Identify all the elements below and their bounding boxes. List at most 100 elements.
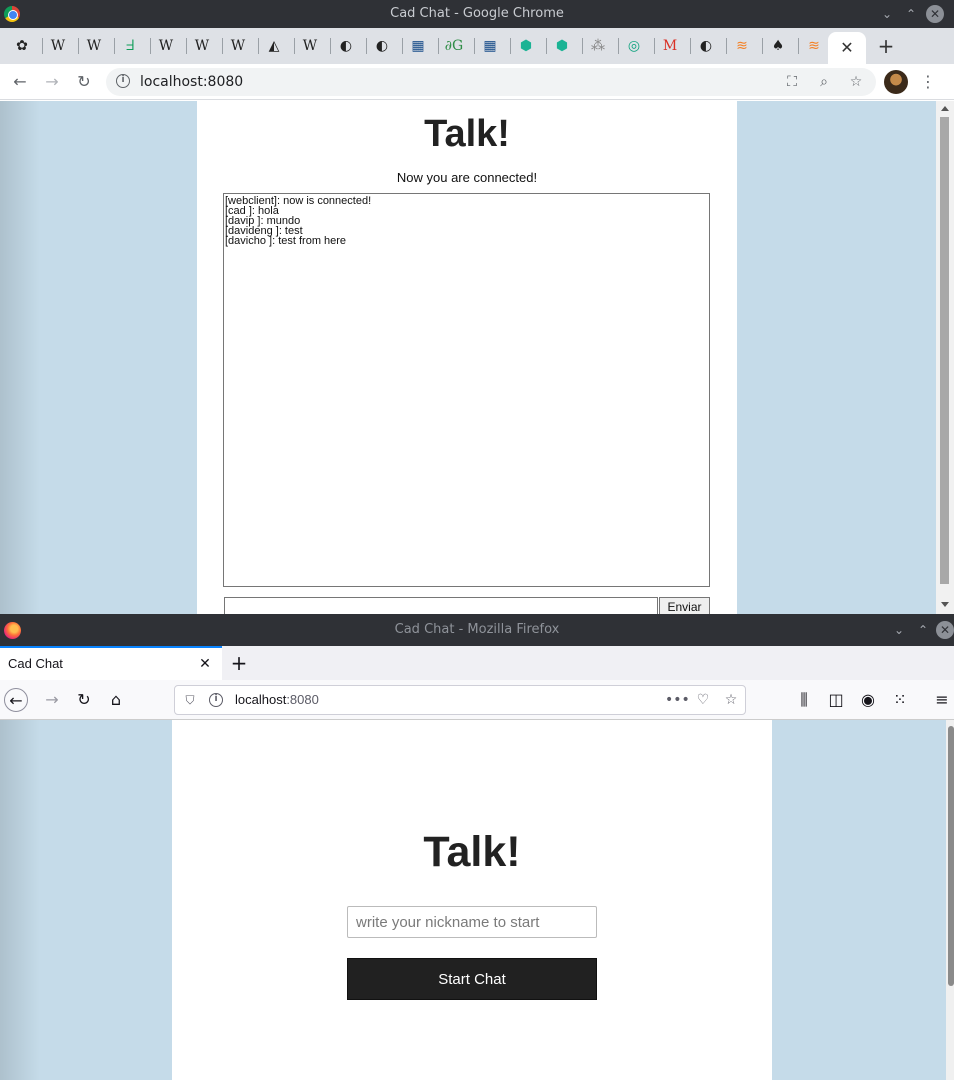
sidebar-icon[interactable]: ◫	[824, 688, 848, 712]
firefox-navbar: ← → ↻ ⌂ ⛉ i localhost:8080 ••• ♡ ☆ ⫼ ◫ ◉…	[0, 680, 954, 720]
back-arrow-icon[interactable]: ←	[8, 70, 32, 94]
cursor-icon[interactable]: ◭	[264, 36, 284, 56]
wikipedia-icon[interactable]: W	[156, 36, 176, 56]
send-button[interactable]: Enviar	[659, 597, 710, 614]
openai-icon[interactable]: ◎	[624, 36, 644, 56]
tab-separator	[654, 38, 655, 54]
tab-separator	[78, 38, 79, 54]
translate-icon[interactable]: ⛶	[782, 72, 802, 92]
tab-separator	[258, 38, 259, 54]
grid-icon[interactable]: ▦	[408, 36, 428, 56]
library-icon[interactable]: ⫼	[792, 688, 816, 712]
scrollbar-thumb[interactable]	[940, 117, 949, 584]
geeks-icon[interactable]: ∂G	[444, 36, 464, 56]
tab-cad-chat-active[interactable]: ✕	[828, 32, 866, 64]
tab-close-icon[interactable]: ✕	[828, 32, 866, 64]
message-input[interactable]	[224, 597, 658, 614]
chrome-tabstrip: ✿ W W ᖵ W W W ◭ W ◐ ◐ ▦ ∂G ▦ ⬢ ⬢ ⁂ ◎ M ◐ ≋ ♠ ≋ ✕ +	[0, 28, 954, 64]
puzzle-icon[interactable]: ✿	[12, 36, 32, 56]
maximize-button[interactable]: ⌃	[902, 5, 920, 23]
globe-icon[interactable]: ◐	[372, 36, 392, 56]
account-icon[interactable]: ◉	[856, 688, 880, 712]
tab-separator	[582, 38, 583, 54]
spade-icon[interactable]: ♠	[768, 36, 788, 56]
project-icon[interactable]: ᖵ	[120, 36, 140, 56]
cube-icon[interactable]: ⬢	[516, 36, 536, 56]
scroll-up-arrow-icon[interactable]	[941, 106, 949, 111]
tab-label: Cad Chat	[8, 656, 63, 671]
chrome-window-title: Cad Chat - Google Chrome	[390, 6, 564, 21]
wikipedia-icon[interactable]: W	[228, 36, 248, 56]
tab-separator	[510, 38, 511, 54]
chrome-window: Cad Chat - Google Chrome ⌄ ⌃ ✕ ✿ W W ᖵ W W W ◭ W…	[0, 0, 954, 614]
address-bar[interactable]: ⛉ i localhost:8080 ••• ♡ ☆	[174, 685, 746, 715]
tab-separator	[186, 38, 187, 54]
tab-separator	[474, 38, 475, 54]
minimize-button[interactable]: ⌄	[878, 5, 896, 23]
forward-arrow-icon[interactable]: →	[40, 688, 64, 712]
globe-icon[interactable]: ◐	[336, 36, 356, 56]
chat-message: [davicho ]: test from here	[225, 235, 347, 247]
reload-icon[interactable]: ↻	[72, 688, 96, 712]
wikipedia-icon[interactable]: W	[48, 36, 68, 56]
address-bar-url[interactable]: localhost:8080	[140, 68, 243, 96]
home-icon[interactable]: ⌂	[104, 688, 128, 712]
chat-log[interactable]: [webclient]: now is connected! [cad ]: h…	[223, 193, 710, 587]
close-window-button[interactable]: ✕	[926, 5, 944, 23]
address-bar[interactable]: i localhost:8080 ⛶ ⌕ ☆	[106, 68, 876, 96]
tab-separator	[222, 38, 223, 54]
close-window-button[interactable]: ✕	[936, 621, 954, 639]
url-host: localhost	[235, 692, 287, 707]
maximize-button[interactable]: ⌃	[914, 621, 932, 639]
forward-arrow-icon[interactable]: →	[40, 70, 64, 94]
gmail-icon[interactable]: M	[660, 36, 680, 56]
page-actions-icon[interactable]: •••	[665, 690, 690, 710]
chrome-scrollbar[interactable]	[936, 101, 954, 614]
connection-status: Now you are connected!	[396, 170, 538, 185]
chrome-toolbar: ← → ↻ i localhost:8080 ⛶ ⌕ ☆ ⋮	[0, 64, 954, 100]
menu-kebab-icon[interactable]: ⋮	[916, 70, 940, 94]
bookmark-star-icon[interactable]: ☆	[721, 690, 741, 710]
site-info-icon[interactable]: i	[209, 693, 223, 707]
tab-separator	[726, 38, 727, 54]
back-arrow-icon[interactable]: ←	[4, 688, 28, 712]
nickname-input[interactable]	[347, 906, 597, 938]
site-info-icon[interactable]: i	[116, 74, 130, 88]
new-tab-button[interactable]: +	[874, 34, 898, 58]
tab-separator	[366, 38, 367, 54]
wikipedia-icon[interactable]: W	[192, 36, 212, 56]
extensions-icon[interactable]: ⁙	[888, 688, 912, 712]
zoom-icon[interactable]: ⌕	[814, 72, 834, 92]
dots-icon[interactable]: ⁂	[588, 36, 608, 56]
globe-icon[interactable]: ◐	[696, 36, 716, 56]
tab-close-icon[interactable]: ✕	[196, 655, 214, 673]
wikipedia-icon[interactable]: W	[84, 36, 104, 56]
reload-icon[interactable]: ↻	[72, 70, 96, 94]
tab-separator	[546, 38, 547, 54]
hamburger-menu-icon[interactable]: ≡	[930, 688, 954, 712]
minimize-button[interactable]: ⌄	[890, 621, 908, 639]
profile-avatar[interactable]	[884, 70, 908, 94]
start-chat-button[interactable]: Start Chat	[347, 958, 597, 1000]
stackoverflow-icon[interactable]: ≋	[732, 36, 752, 56]
tab-separator	[618, 38, 619, 54]
url-port: :8080	[286, 692, 319, 707]
tab-cad-chat[interactable]: Cad Chat ✕	[0, 646, 222, 680]
pocket-icon[interactable]: ♡	[693, 690, 713, 710]
wikipedia-icon[interactable]: W	[300, 36, 320, 56]
tab-separator	[762, 38, 763, 54]
stackoverflow-icon[interactable]: ≋	[804, 36, 824, 56]
scroll-down-arrow-icon[interactable]	[941, 602, 949, 607]
tab-separator	[690, 38, 691, 54]
tab-separator	[294, 38, 295, 54]
address-bar-url[interactable]: localhost:8080	[235, 686, 319, 714]
grid-icon[interactable]: ▦	[480, 36, 500, 56]
bookmark-star-icon[interactable]: ☆	[846, 72, 866, 92]
page-title: Talk!	[424, 113, 510, 155]
firefox-window-title: Cad Chat - Mozilla Firefox	[394, 622, 560, 637]
firefox-scrollbar[interactable]	[946, 720, 954, 1080]
new-tab-button[interactable]: +	[228, 650, 250, 676]
cube-icon[interactable]: ⬢	[552, 36, 572, 56]
scrollbar-thumb[interactable]	[948, 726, 954, 986]
tracking-shield-icon[interactable]: ⛉	[183, 693, 197, 707]
